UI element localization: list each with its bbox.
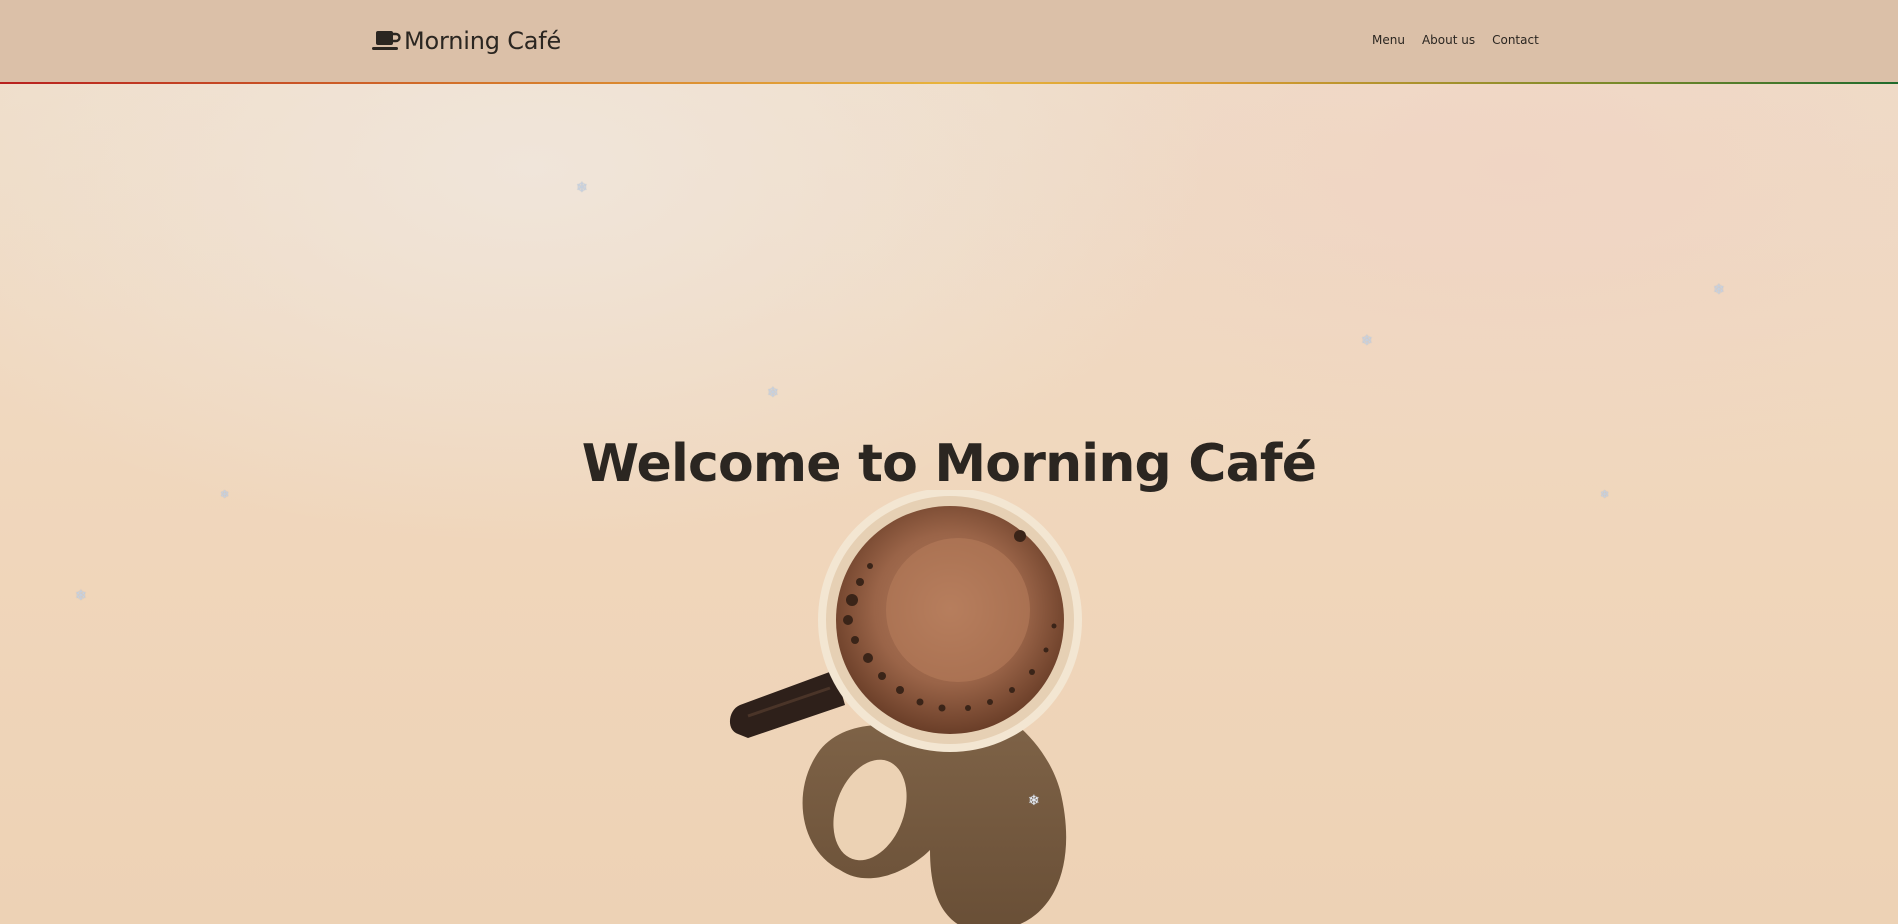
snowflake-icon: ❄ bbox=[1600, 488, 1610, 501]
snowflake-icon: ❄ bbox=[220, 488, 230, 501]
coffee-cup-icon bbox=[372, 28, 402, 54]
brand-name: Morning Café bbox=[404, 27, 562, 55]
snowflake-icon: ❄ bbox=[75, 588, 87, 604]
snowflake-icon: ❄ bbox=[576, 180, 588, 196]
coffee-mug-image bbox=[729, 490, 1082, 924]
hero-section: Welcome to Morning Café ❄ ❄ ❄ ❄ ❄ ❄ ❄ ❄ bbox=[0, 84, 1898, 924]
nav-about-us[interactable]: About us bbox=[1422, 33, 1475, 47]
hero-title: Welcome to Morning Café bbox=[581, 434, 1317, 494]
nav-contact[interactable]: Contact bbox=[1492, 33, 1539, 47]
brand-logo[interactable]: Morning Café bbox=[372, 26, 561, 56]
snowflake-icon: ❄ bbox=[1028, 793, 1040, 809]
snowflake-icon: ❄ bbox=[1361, 333, 1373, 349]
snowflake-icon: ❄ bbox=[1713, 282, 1725, 298]
snowflake-icon: ❄ bbox=[767, 385, 779, 401]
site-header: Morning Café Menu About us Contact bbox=[0, 0, 1898, 82]
nav-menu[interactable]: Menu bbox=[1372, 33, 1405, 47]
main-nav: Menu About us Contact bbox=[1372, 33, 1539, 47]
